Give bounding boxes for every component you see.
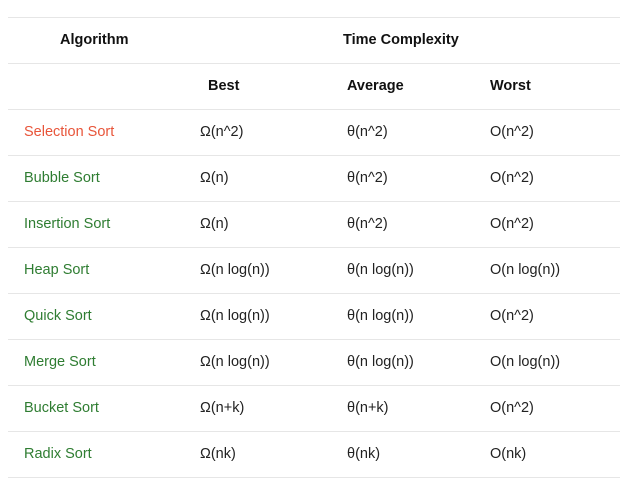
table-divider — [8, 17, 620, 18]
worst-case-cell: O(n log(n)) — [490, 354, 561, 370]
worst-case-cell: O(n^2) — [490, 216, 534, 232]
table-divider — [8, 109, 620, 110]
algorithm-link[interactable]: Selection Sort — [24, 124, 114, 140]
table-divider — [8, 339, 620, 340]
best-case-cell: Ω(n+k) — [200, 400, 245, 416]
average-case-cell: θ(n^2) — [347, 216, 388, 232]
best-case-cell: Ω(n^2) — [200, 124, 244, 140]
best-case-cell: Ω(n log(n)) — [200, 262, 270, 278]
worst-case-cell: O(n^2) — [490, 170, 534, 186]
table-divider — [8, 201, 620, 202]
complexity-table: Algorithm Time Complexity Best Average W… — [0, 0, 635, 480]
best-case-cell: Ω(n) — [200, 170, 229, 186]
header-average: Average — [347, 78, 404, 94]
algorithm-link[interactable]: Quick Sort — [24, 308, 92, 324]
average-case-cell: θ(n log(n)) — [347, 308, 414, 324]
worst-case-cell: O(n log(n)) — [490, 262, 561, 278]
header-algorithm: Algorithm — [60, 32, 129, 48]
average-case-cell: θ(n^2) — [347, 124, 388, 140]
table-divider — [8, 431, 620, 432]
algorithm-link[interactable]: Bubble Sort — [24, 170, 100, 186]
best-case-cell: Ω(n log(n)) — [200, 308, 270, 324]
average-case-cell: θ(n+k) — [347, 400, 389, 416]
table-divider — [8, 477, 620, 478]
worst-case-cell: O(n^2) — [490, 308, 534, 324]
algorithm-link[interactable]: Heap Sort — [24, 262, 89, 278]
best-case-cell: Ω(n) — [200, 216, 229, 232]
worst-case-cell: O(n^2) — [490, 124, 534, 140]
best-case-cell: Ω(nk) — [200, 446, 236, 462]
average-case-cell: θ(n log(n)) — [347, 262, 414, 278]
average-case-cell: θ(n log(n)) — [347, 354, 414, 370]
header-best: Best — [208, 78, 240, 94]
table-divider — [8, 155, 620, 156]
table-divider — [8, 293, 620, 294]
table-divider — [8, 247, 620, 248]
worst-case-cell: O(n^2) — [490, 400, 534, 416]
header-worst: Worst — [490, 78, 531, 94]
worst-case-cell: O(nk) — [490, 446, 527, 462]
algorithm-link[interactable]: Merge Sort — [24, 354, 96, 370]
table-divider — [8, 63, 620, 64]
algorithm-link[interactable]: Insertion Sort — [24, 216, 110, 232]
algorithm-link[interactable]: Bucket Sort — [24, 400, 99, 416]
table-divider — [8, 385, 620, 386]
algorithm-link[interactable]: Radix Sort — [24, 446, 92, 462]
average-case-cell: θ(n^2) — [347, 170, 388, 186]
header-time-complexity: Time Complexity — [343, 32, 459, 48]
best-case-cell: Ω(n log(n)) — [200, 354, 270, 370]
average-case-cell: θ(nk) — [347, 446, 381, 462]
